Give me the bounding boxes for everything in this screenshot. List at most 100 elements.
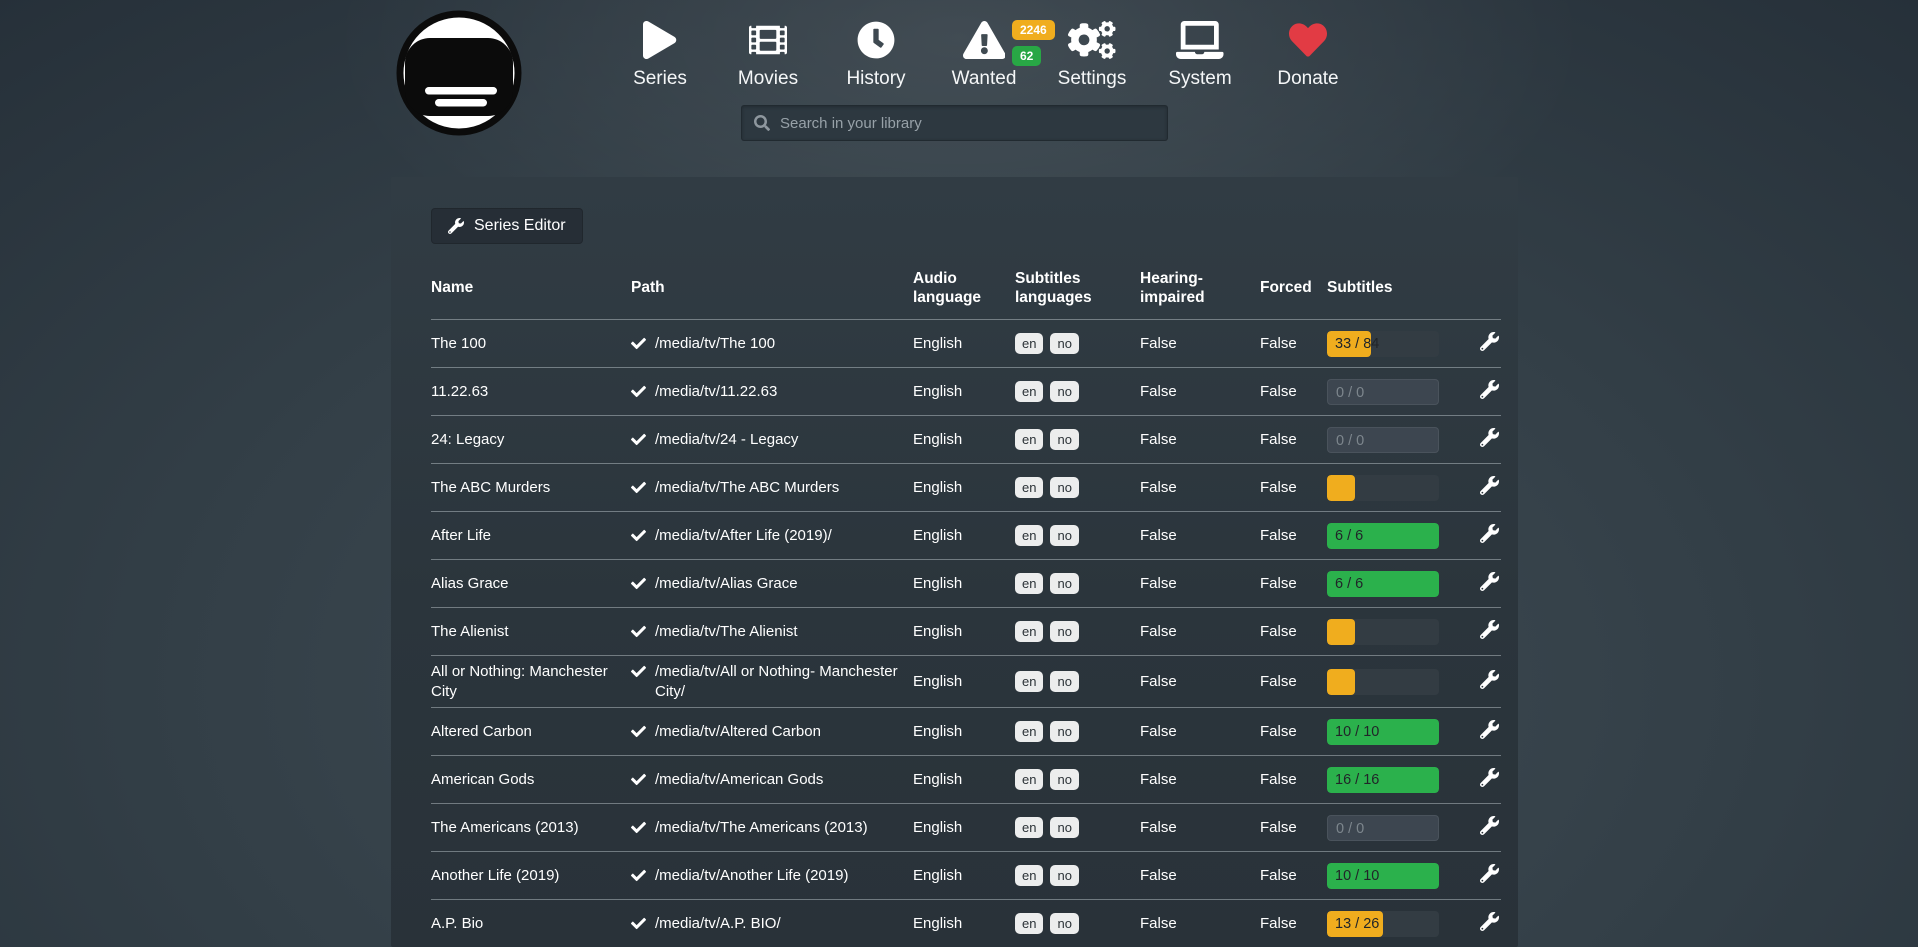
header-hearing: Hearing-impaired xyxy=(1140,269,1260,308)
nav-item-series[interactable]: Series xyxy=(606,18,714,90)
series-name[interactable]: 11.22.63 xyxy=(431,382,631,402)
edit-series-button[interactable] xyxy=(1478,474,1501,500)
series-name[interactable]: The Americans (2013) xyxy=(431,818,631,838)
series-name[interactable]: The 100 xyxy=(431,334,631,354)
hearing-impaired-value: False xyxy=(1140,672,1260,692)
nav-label: History xyxy=(846,68,905,90)
language-badge: en xyxy=(1015,525,1043,546)
edit-series-button[interactable] xyxy=(1478,330,1501,356)
table-row: Alias Grace /media/tv/Alias Grace Englis… xyxy=(431,559,1501,607)
nav-label: Movies xyxy=(738,68,798,90)
subtitles-progress: 6 / 6 xyxy=(1327,571,1439,597)
edit-series-button[interactable] xyxy=(1478,668,1501,694)
check-icon xyxy=(631,432,646,447)
nav-item-wanted[interactable]: Wanted 2246 62 xyxy=(930,18,1038,90)
nav-label: Series xyxy=(633,68,687,90)
edit-series-button[interactable] xyxy=(1478,718,1501,744)
nav-item-history[interactable]: History xyxy=(822,18,930,90)
series-name[interactable]: 24: Legacy xyxy=(431,430,631,450)
series-path: /media/tv/All or Nothing- Manchester Cit… xyxy=(655,662,903,701)
subtitles-progress-label: 10 / 10 xyxy=(1335,719,1379,745)
edit-series-button[interactable] xyxy=(1478,814,1501,840)
audio-language: English xyxy=(913,334,1015,354)
table-row: A.P. Bio /media/tv/A.P. BIO/ English enn… xyxy=(431,899,1501,947)
audio-language: English xyxy=(913,478,1015,498)
edit-series-button[interactable] xyxy=(1478,522,1501,548)
edit-series-button[interactable] xyxy=(1478,862,1501,888)
edit-series-button[interactable] xyxy=(1478,378,1501,404)
header-audio: Audio language xyxy=(913,269,1015,308)
hearing-impaired-value: False xyxy=(1140,722,1260,742)
nav-item-movies[interactable]: Movies xyxy=(714,18,822,90)
check-icon xyxy=(631,528,646,543)
table-row: After Life /media/tv/After Life (2019)/ … xyxy=(431,511,1501,559)
subtitles-progress-label: 6 / 6 xyxy=(1335,523,1363,549)
audio-language: English xyxy=(913,672,1015,692)
table-row: All or Nothing: Manchester City /media/t… xyxy=(431,655,1501,707)
edit-series-button[interactable] xyxy=(1478,766,1501,792)
forced-value: False xyxy=(1260,574,1327,594)
audio-language: English xyxy=(913,770,1015,790)
heart-icon xyxy=(1289,18,1327,62)
series-path: /media/tv/24 - Legacy xyxy=(655,430,798,450)
forced-value: False xyxy=(1260,914,1327,934)
edit-series-button[interactable] xyxy=(1478,910,1501,936)
main-nav: Series Movies History Wanted 2246 62 xyxy=(606,18,1362,90)
series-name[interactable]: Another Life (2019) xyxy=(431,866,631,886)
series-editor-button[interactable]: Series Editor xyxy=(431,208,583,244)
series-name[interactable]: All or Nothing: Manchester City xyxy=(431,662,631,701)
series-name[interactable]: After Life xyxy=(431,526,631,546)
subtitles-progress-fill xyxy=(1327,475,1355,501)
subtitles-progress xyxy=(1327,619,1439,645)
app-logo[interactable] xyxy=(394,8,524,138)
audio-language: English xyxy=(913,430,1015,450)
forced-value: False xyxy=(1260,382,1327,402)
subtitles-progress: 0 / 0 xyxy=(1327,427,1439,453)
wrench-icon xyxy=(1480,428,1499,447)
series-name[interactable]: The ABC Murders xyxy=(431,478,631,498)
subtitles-progress-label: 6 / 6 xyxy=(1335,571,1363,597)
table-row: The ABC Murders /media/tv/The ABC Murder… xyxy=(431,463,1501,511)
subtitle-language-badges: enno xyxy=(1015,477,1140,498)
table-row: Altered Carbon /media/tv/Altered Carbon … xyxy=(431,707,1501,755)
series-panel: Series Editor Name Path Audio language S… xyxy=(391,177,1518,947)
audio-language: English xyxy=(913,574,1015,594)
series-name[interactable]: A.P. Bio xyxy=(431,914,631,934)
forced-value: False xyxy=(1260,334,1327,354)
subtitle-language-badges: enno xyxy=(1015,913,1140,934)
series-path: /media/tv/The ABC Murders xyxy=(655,478,839,498)
nav-label: Wanted xyxy=(952,68,1017,90)
language-badge: en xyxy=(1015,817,1043,838)
language-badge: en xyxy=(1015,721,1043,742)
series-table-header: Name Path Audio language Subtitles langu… xyxy=(431,263,1501,319)
audio-language: English xyxy=(913,818,1015,838)
subtitles-progress: 6 / 6 xyxy=(1327,523,1439,549)
subtitles-progress: 16 / 16 xyxy=(1327,767,1439,793)
edit-series-button[interactable] xyxy=(1478,570,1501,596)
series-name[interactable]: The Alienist xyxy=(431,622,631,642)
edit-series-button[interactable] xyxy=(1478,618,1501,644)
hearing-impaired-value: False xyxy=(1140,526,1260,546)
series-name[interactable]: American Gods xyxy=(431,770,631,790)
edit-series-button[interactable] xyxy=(1478,426,1501,452)
nav-item-system[interactable]: System xyxy=(1146,18,1254,90)
series-name[interactable]: Alias Grace xyxy=(431,574,631,594)
table-row: American Gods /media/tv/American Gods En… xyxy=(431,755,1501,803)
check-icon xyxy=(631,916,646,931)
subtitles-progress: 0 / 0 xyxy=(1327,815,1439,841)
subtitle-language-badges: enno xyxy=(1015,381,1140,402)
series-name[interactable]: Altered Carbon xyxy=(431,722,631,742)
play-icon xyxy=(643,18,676,62)
language-badge: en xyxy=(1015,429,1043,450)
forced-value: False xyxy=(1260,526,1327,546)
nav-item-donate[interactable]: Donate xyxy=(1254,18,1362,90)
wrench-icon xyxy=(1480,912,1499,931)
check-icon xyxy=(631,772,646,787)
check-icon xyxy=(631,664,646,679)
search-input[interactable] xyxy=(780,115,1155,132)
series-path: /media/tv/The 100 xyxy=(655,334,775,354)
language-badge: no xyxy=(1050,769,1078,790)
nav-item-settings[interactable]: Settings xyxy=(1038,18,1146,90)
language-badge: no xyxy=(1050,525,1078,546)
hearing-impaired-value: False xyxy=(1140,914,1260,934)
